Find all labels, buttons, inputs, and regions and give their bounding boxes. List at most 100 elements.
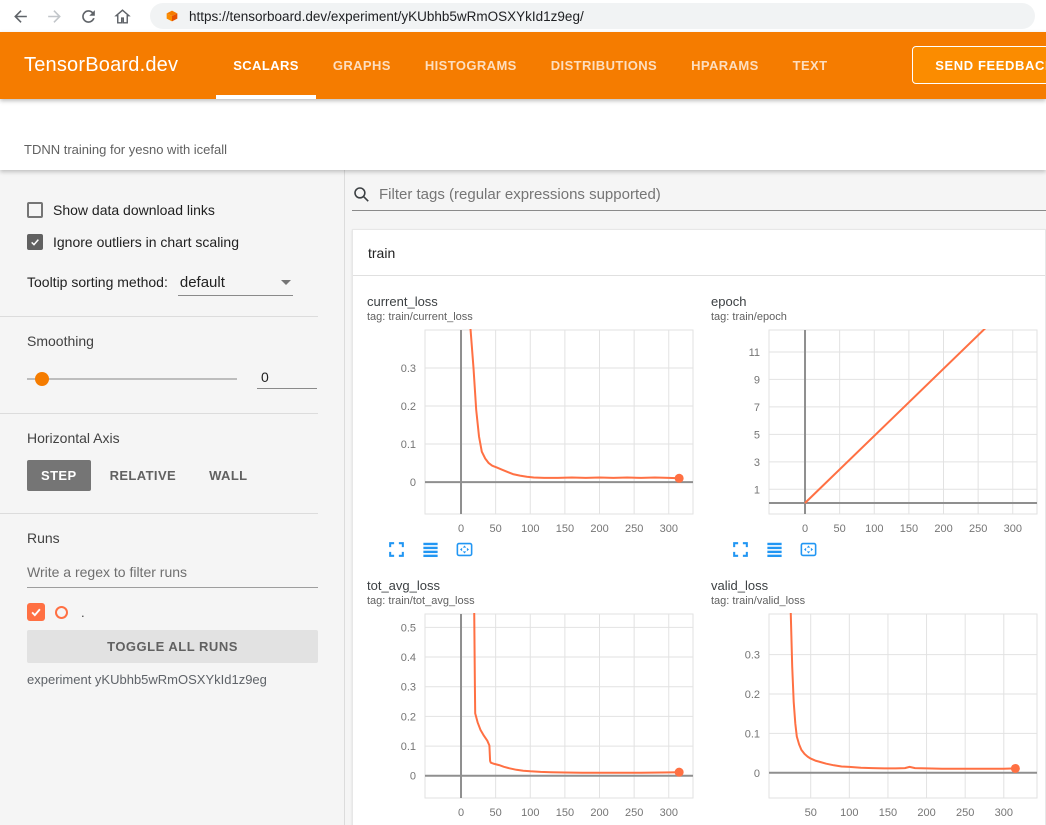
run-checkbox-checked-icon[interactable]	[27, 603, 45, 621]
ignore-outliers-label: Ignore outliers in chart scaling	[53, 234, 239, 250]
svg-text:0.3: 0.3	[745, 650, 760, 662]
chart-tag: tag: train/tot_avg_loss	[367, 594, 701, 608]
fit-domain-icon[interactable]	[455, 540, 474, 559]
horizontal-axis-label: Horizontal Axis	[0, 430, 344, 446]
fullscreen-icon[interactable]	[731, 540, 750, 559]
tab-distributions[interactable]: DISTRIBUTIONS	[534, 32, 674, 99]
search-icon	[352, 185, 371, 204]
svg-text:300: 300	[660, 523, 678, 535]
chart-plot[interactable]: 00.10.20.350100150200250300	[711, 608, 1045, 822]
train-section-card: train current_loss tag: train/current_lo…	[352, 229, 1046, 825]
chart-toolbar	[711, 540, 1045, 562]
svg-text:0.5: 0.5	[401, 622, 416, 634]
chart-card-valid-loss: valid_loss tag: train/valid_loss 00.10.2…	[701, 578, 1045, 825]
main-pane: train current_loss tag: train/current_lo…	[345, 170, 1046, 825]
experiment-bar: TDNN training for yesno with icefall	[0, 99, 1046, 170]
svg-text:200: 200	[934, 523, 952, 535]
tensorboard-logo-icon	[164, 8, 180, 24]
runs-regex-input[interactable]	[27, 560, 318, 588]
nav-tabs: SCALARS GRAPHS HISTOGRAMS DISTRIBUTIONS …	[216, 32, 844, 99]
svg-text:250: 250	[956, 807, 974, 819]
show-download-links-checkbox-row[interactable]: Show data download links	[0, 198, 344, 222]
smoothing-slider-thumb[interactable]	[35, 372, 49, 386]
svg-text:1: 1	[754, 484, 760, 496]
svg-text:250: 250	[625, 807, 643, 819]
browser-reload-icon[interactable]	[78, 6, 98, 26]
data-table-icon[interactable]	[765, 540, 784, 559]
tooltip-sorting-label: Tooltip sorting method:	[27, 274, 168, 290]
experiment-id-label: experiment yKUbhb5wRmOSXYkId1z9eg	[0, 672, 344, 687]
axis-step-button[interactable]: STEP	[27, 460, 91, 491]
chart-title: current_loss	[367, 294, 701, 310]
tab-graphs[interactable]: GRAPHS	[316, 32, 408, 99]
chevron-down-icon	[281, 280, 291, 285]
svg-text:100: 100	[521, 807, 539, 819]
svg-text:0: 0	[410, 477, 416, 489]
svg-text:0.1: 0.1	[401, 439, 416, 451]
chart-title: valid_loss	[711, 578, 1045, 594]
svg-text:100: 100	[865, 523, 883, 535]
axis-wall-button[interactable]: WALL	[195, 460, 261, 491]
chart-plot[interactable]: 00.10.20.3050100150200250300	[367, 324, 701, 538]
tab-hparams[interactable]: HPARAMS	[674, 32, 776, 99]
smoothing-slider[interactable]	[27, 378, 237, 380]
svg-text:0: 0	[458, 523, 464, 535]
content: Show data download links Ignore outliers…	[0, 170, 1046, 825]
smoothing-value-input[interactable]: 0	[257, 369, 317, 389]
chart-plot[interactable]: 00.10.20.30.40.5050100150200250300	[367, 608, 701, 822]
divider	[0, 513, 318, 514]
svg-text:50: 50	[490, 523, 502, 535]
svg-text:250: 250	[969, 523, 987, 535]
svg-text:200: 200	[917, 807, 935, 819]
svg-text:7: 7	[754, 402, 760, 414]
axis-relative-button[interactable]: RELATIVE	[96, 460, 191, 491]
app-header: TensorBoard.dev SCALARS GRAPHS HISTOGRAM…	[0, 32, 1046, 99]
svg-text:0.1: 0.1	[745, 728, 760, 740]
svg-text:9: 9	[754, 374, 760, 386]
data-table-icon[interactable]	[421, 540, 440, 559]
filter-tags-input[interactable]	[379, 186, 1046, 203]
chart-card-epoch: epoch tag: train/epoch 13579110501001502…	[701, 294, 1045, 562]
svg-text:300: 300	[995, 807, 1013, 819]
checkbox-unchecked-icon[interactable]	[27, 202, 43, 218]
svg-text:0.3: 0.3	[401, 682, 416, 694]
svg-text:150: 150	[879, 807, 897, 819]
tooltip-sorting-dropdown[interactable]: default	[178, 272, 293, 296]
svg-text:0: 0	[458, 807, 464, 819]
horizontal-axis-buttons: STEP RELATIVE WALL	[0, 460, 344, 491]
ignore-outliers-checkbox-row[interactable]: Ignore outliers in chart scaling	[0, 230, 344, 254]
svg-text:0.2: 0.2	[401, 401, 416, 413]
train-section-header[interactable]: train	[353, 230, 1045, 276]
tab-text[interactable]: TEXT	[776, 32, 845, 99]
toggle-all-runs-button[interactable]: TOGGLE ALL RUNS	[27, 630, 318, 663]
send-feedback-button[interactable]: SEND FEEDBACK	[912, 46, 1046, 84]
chart-card-current-loss: current_loss tag: train/current_loss 00.…	[357, 294, 701, 562]
svg-text:150: 150	[900, 523, 918, 535]
tooltip-sorting-row: Tooltip sorting method: default	[0, 272, 344, 296]
tab-histograms[interactable]: HISTOGRAMS	[408, 32, 534, 99]
fit-domain-icon[interactable]	[799, 540, 818, 559]
svg-text:0: 0	[754, 768, 760, 780]
experiment-description: TDNN training for yesno with icefall	[24, 142, 227, 157]
fullscreen-icon[interactable]	[387, 540, 406, 559]
url-bar[interactable]: https://tensorboard.dev/experiment/yKUbh…	[150, 3, 1035, 29]
browser-forward-icon[interactable]	[44, 6, 64, 26]
browser-home-icon[interactable]	[112, 6, 132, 26]
tensorboard-page: https://tensorboard.dev/experiment/yKUbh…	[0, 0, 1046, 825]
settings-sidebar: Show data download links Ignore outliers…	[0, 170, 345, 825]
chart-card-tot-avg-loss: tot_avg_loss tag: train/tot_avg_loss 00.…	[357, 578, 701, 825]
svg-text:3: 3	[754, 457, 760, 469]
run-row: .	[0, 603, 344, 621]
checkbox-checked-icon[interactable]	[27, 234, 43, 250]
brand-title: TensorBoard.dev	[0, 54, 178, 77]
tab-scalars[interactable]: SCALARS	[216, 32, 316, 99]
divider	[0, 316, 318, 317]
divider	[0, 413, 318, 414]
browser-back-icon[interactable]	[10, 6, 30, 26]
svg-text:300: 300	[1004, 523, 1022, 535]
chart-plot[interactable]: 1357911050100150200250300	[711, 324, 1045, 538]
tooltip-sorting-value: default	[180, 274, 269, 291]
show-download-links-label: Show data download links	[53, 202, 215, 218]
filter-tags-row	[352, 185, 1046, 211]
svg-text:0.3: 0.3	[401, 363, 416, 375]
